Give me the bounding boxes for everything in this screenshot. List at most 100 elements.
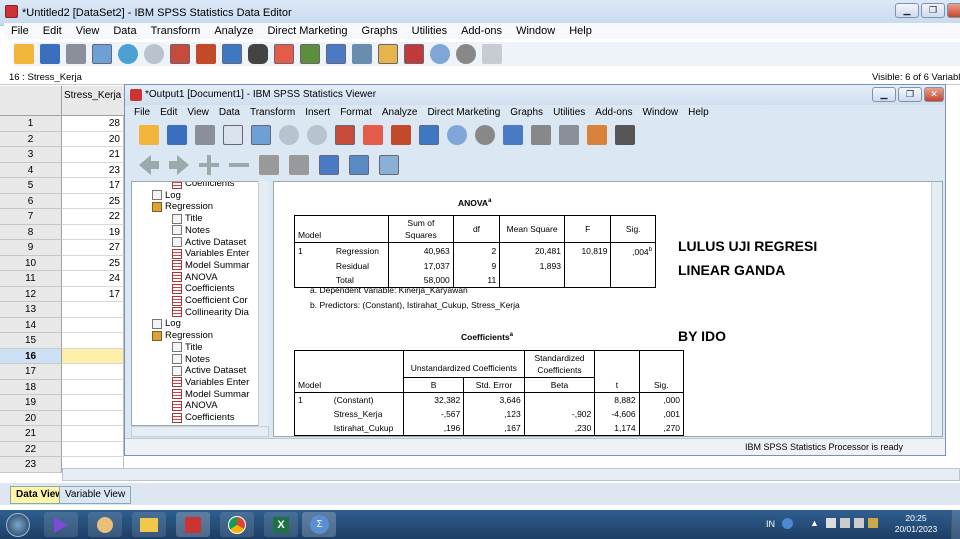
open-folder-icon[interactable] bbox=[14, 44, 34, 64]
data-cell[interactable] bbox=[62, 302, 124, 318]
outline-item[interactable]: Coefficients bbox=[172, 412, 234, 423]
demote-icon[interactable] bbox=[169, 155, 189, 175]
horizontal-scrollbar[interactable] bbox=[62, 468, 960, 481]
media-player-taskbar-icon[interactable] bbox=[44, 512, 78, 537]
paint-taskbar-icon[interactable] bbox=[88, 512, 122, 537]
viewer-menu-insert[interactable]: Insert bbox=[300, 105, 335, 121]
print-preview-icon[interactable] bbox=[223, 125, 243, 145]
help-tray-icon[interactable] bbox=[782, 518, 793, 529]
menu-view[interactable]: View bbox=[69, 23, 107, 39]
data-cell[interactable]: 19 bbox=[62, 224, 124, 240]
viewer-menu-analyze[interactable]: Analyze bbox=[377, 105, 423, 121]
undo-icon[interactable] bbox=[118, 44, 138, 64]
data-cell[interactable] bbox=[62, 395, 124, 411]
outline-item[interactable]: Collinearity Dia bbox=[172, 307, 249, 318]
row-header[interactable]: 21 bbox=[0, 426, 62, 442]
menu-transform[interactable]: Transform bbox=[144, 23, 208, 39]
export-icon[interactable] bbox=[251, 125, 271, 145]
insert-cases-icon[interactable] bbox=[274, 44, 294, 64]
viewer-undo-icon[interactable] bbox=[279, 125, 299, 145]
show-all-variables-icon[interactable] bbox=[456, 44, 476, 64]
designate-window-icon[interactable] bbox=[503, 125, 523, 145]
insert-text-icon[interactable] bbox=[379, 155, 399, 175]
data-cell[interactable]: 23 bbox=[62, 162, 124, 178]
viewer-menu-file[interactable]: File bbox=[129, 105, 155, 121]
outline-item[interactable]: Notes bbox=[172, 354, 210, 365]
data-cell[interactable] bbox=[62, 426, 124, 442]
data-cell[interactable]: 22 bbox=[62, 209, 124, 225]
row-header[interactable]: 1 bbox=[0, 116, 62, 132]
outline-item[interactable]: Variables Enter bbox=[172, 377, 249, 388]
viewer-tool-icon[interactable] bbox=[531, 125, 551, 145]
outline-item[interactable]: Variables Enter bbox=[172, 248, 249, 259]
viewer-menu-direct-marketing[interactable]: Direct Marketing bbox=[422, 105, 505, 121]
viewer-tool3-icon[interactable] bbox=[587, 125, 607, 145]
weight-cases-icon[interactable] bbox=[352, 44, 372, 64]
tab-variable-view[interactable]: Variable View bbox=[59, 486, 132, 504]
show-icon[interactable] bbox=[259, 155, 279, 175]
language-indicator[interactable]: IN bbox=[766, 519, 775, 529]
menu-edit[interactable]: Edit bbox=[36, 23, 69, 39]
use-sets-icon[interactable] bbox=[430, 44, 450, 64]
insert-heading-icon[interactable] bbox=[319, 155, 339, 175]
outline-item[interactable]: Coefficient Cor bbox=[172, 295, 248, 306]
row-header[interactable]: 4 bbox=[0, 162, 62, 178]
outline-item[interactable]: ANOVA bbox=[172, 400, 218, 411]
viewer-menu-format[interactable]: Format bbox=[335, 105, 377, 121]
data-cell[interactable]: 21 bbox=[62, 147, 124, 163]
data-cell[interactable]: 28 bbox=[62, 116, 124, 132]
hide-icon[interactable] bbox=[289, 155, 309, 175]
viewer-redo-icon[interactable] bbox=[307, 125, 327, 145]
battery-tray-icon[interactable] bbox=[868, 518, 878, 528]
goto-data-icon[interactable] bbox=[335, 125, 355, 145]
viewer-menu-add-ons[interactable]: Add-ons bbox=[590, 105, 637, 121]
insert-variable-icon[interactable] bbox=[300, 44, 320, 64]
outline-horizontal-scrollbar[interactable] bbox=[131, 426, 269, 437]
data-cell[interactable] bbox=[62, 333, 124, 349]
row-header[interactable]: 10 bbox=[0, 255, 62, 271]
row-header[interactable]: 5 bbox=[0, 178, 62, 194]
viewer-use-sets-icon[interactable] bbox=[447, 125, 467, 145]
row-header[interactable]: 7 bbox=[0, 209, 62, 225]
menu-window[interactable]: Window bbox=[509, 23, 562, 39]
chrome-taskbar-icon[interactable] bbox=[220, 512, 254, 537]
viewer-menu-transform[interactable]: Transform bbox=[245, 105, 300, 121]
statistics-taskbar-icon[interactable]: Σ bbox=[302, 512, 336, 537]
outline-item[interactable]: Active Dataset bbox=[172, 365, 246, 376]
data-cell[interactable] bbox=[62, 364, 124, 380]
spell-check-icon[interactable] bbox=[482, 44, 502, 64]
split-file-icon[interactable] bbox=[326, 44, 346, 64]
viewer-open-icon[interactable] bbox=[139, 125, 159, 145]
viewer-tool2-icon[interactable] bbox=[559, 125, 579, 145]
outline-item[interactable]: Coefficients bbox=[172, 182, 234, 189]
show-hidden-icons[interactable]: ▲ bbox=[810, 518, 819, 528]
viewer-menu-window[interactable]: Window bbox=[638, 105, 684, 121]
outline-item[interactable]: Regression bbox=[152, 201, 213, 212]
viewer-tool4-icon[interactable] bbox=[615, 125, 635, 145]
outline-vertical-scrollbar[interactable] bbox=[258, 181, 269, 426]
data-cell[interactable]: 17 bbox=[62, 178, 124, 194]
data-cell[interactable] bbox=[62, 441, 124, 457]
viewer-minimize-button[interactable]: ▁ bbox=[872, 87, 896, 102]
save-icon[interactable] bbox=[40, 44, 60, 64]
dialog-recall-icon[interactable] bbox=[92, 44, 112, 64]
menu-graphs[interactable]: Graphs bbox=[355, 23, 405, 39]
redo-icon[interactable] bbox=[144, 44, 164, 64]
outline-item[interactable]: Log bbox=[152, 318, 181, 329]
viewer-menu-view[interactable]: View bbox=[182, 105, 214, 121]
collapse-icon[interactable] bbox=[229, 163, 249, 167]
row-header[interactable]: 18 bbox=[0, 379, 62, 395]
data-cell[interactable] bbox=[62, 317, 124, 333]
row-header[interactable]: 6 bbox=[0, 193, 62, 209]
outline-item[interactable]: Title bbox=[172, 213, 203, 224]
viewer-show-all-icon[interactable] bbox=[475, 125, 495, 145]
row-header[interactable]: 22 bbox=[0, 441, 62, 457]
menu-analyze[interactable]: Analyze bbox=[207, 23, 260, 39]
data-cell[interactable]: 25 bbox=[62, 193, 124, 209]
menu-direct-marketing[interactable]: Direct Marketing bbox=[260, 23, 354, 39]
viewer-menu-utilities[interactable]: Utilities bbox=[548, 105, 590, 121]
outline-item[interactable]: Title bbox=[172, 342, 203, 353]
row-header[interactable]: 9 bbox=[0, 240, 62, 256]
viewer-save-icon[interactable] bbox=[167, 125, 187, 145]
viewer-close-button[interactable]: ✕ bbox=[924, 87, 944, 102]
